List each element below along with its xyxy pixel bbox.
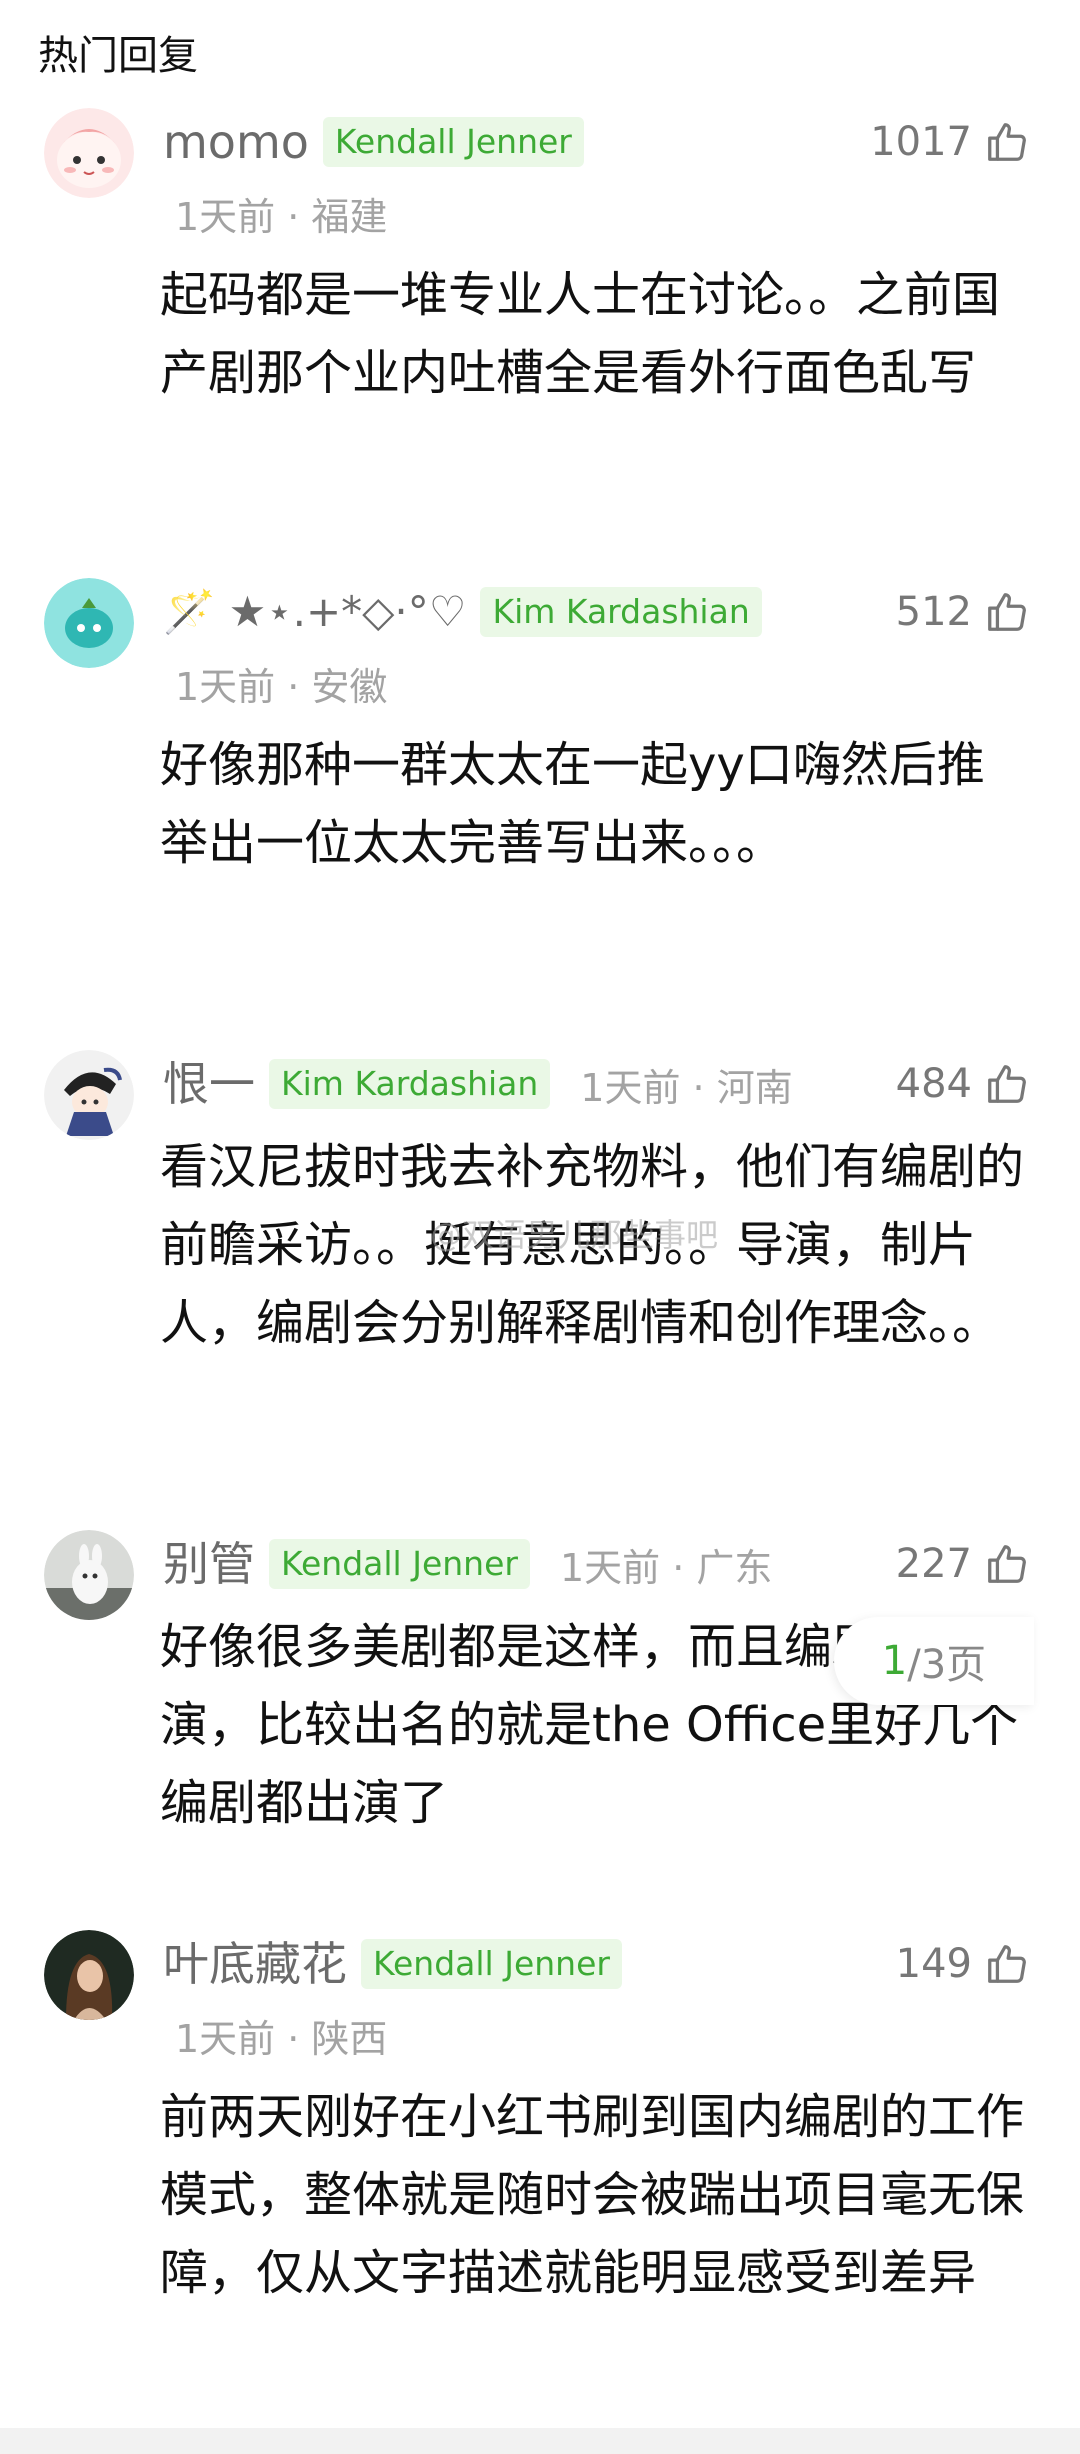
like-button[interactable]: 149 [896,1936,1030,1992]
comment-header: 叶底藏花 Kendall Jenner [163,1936,622,1992]
comment-text: 起码都是一堆专业人士在讨论。。之前国产剧那个业内吐槽全是看外行面色乱写 [160,267,1001,401]
teal-creature-avatar-icon [44,578,134,668]
like-button[interactable]: 484 [896,1056,1030,1112]
page-current: 1 [881,1638,908,1684]
username[interactable]: 别管 [163,1536,255,1592]
thumbs-up-icon[interactable] [984,1061,1030,1107]
section-title: 热门回复 [38,33,198,79]
page-total: /3页 [907,1642,987,1688]
user-tag[interactable]: Kendall Jenner [322,117,584,167]
avatar[interactable] [44,1930,134,2020]
comment-meta: 1天前 · 安徽 [175,665,388,709]
thumbs-up-icon[interactable] [984,119,1030,165]
like-button[interactable]: 227 [896,1536,1030,1592]
anime-character-avatar-icon [44,1050,134,1140]
comment-text: 好像那种一群太太在一起yy口嗨然后推举出一位太太完善写出来。。。 [160,737,985,871]
comment-header: 🪄 ★⋆.+*◇·°♡ Kim Kardashian [163,584,762,640]
user-tag[interactable]: Kim Kardashian [269,1059,551,1109]
user-tag[interactable]: Kendall Jenner [361,1939,622,1989]
like-button[interactable]: 1017 [870,114,1030,170]
username[interactable]: 叶底藏花 [163,1936,347,1992]
username[interactable]: 🪄 ★⋆.+*◇·°♡ [163,584,466,640]
thumbs-up-icon[interactable] [984,1541,1030,1587]
user-tag[interactable]: Kim Kardashian [480,587,762,637]
comment-meta: 1天前 · 河南 [580,1065,793,1110]
like-count: 227 [895,1541,972,1587]
like-count: 149 [895,1941,972,1987]
comment-header: 别管 Kendall Jenner 1天前 · 广东 [163,1536,772,1592]
avatar[interactable] [44,1530,134,1620]
like-count: 512 [895,589,972,635]
thumbs-up-icon[interactable] [984,1941,1030,1987]
like-count: 484 [895,1061,972,1107]
comment-meta: 1天前 · 福建 [175,195,388,239]
comment-header: 恨一 Kim Kardashian 1天前 · 河南 [163,1056,793,1112]
thumbs-up-icon[interactable] [984,589,1030,635]
avatar[interactable] [44,108,134,198]
page-indicator[interactable]: 1/3页 [834,1617,1034,1705]
comment-text: 前两天刚好在小红书刷到国内编剧的工作模式，整体就是随时会被踹出项目毫无保障，仅从… [160,2089,1025,2301]
avatar[interactable] [44,1050,134,1140]
pink-cartoon-avatar-icon [44,108,134,198]
username[interactable]: 恨一 [163,1056,255,1112]
user-tag[interactable]: Kendall Jenner [269,1539,530,1589]
username[interactable]: momo [163,114,309,170]
like-button[interactable]: 512 [896,584,1030,640]
comment-meta: 1天前 · 陕西 [175,2017,388,2061]
avatar[interactable] [44,578,134,668]
comment-header: momo Kendall Jenner [163,114,584,170]
portrait-photo-avatar-icon [44,1930,134,2020]
watermark: @双语男儿那些事吧 [430,1216,719,1254]
comment-meta: 1天前 · 广东 [559,1545,773,1590]
like-count: 1017 [870,119,972,165]
white-animal-avatar-icon [44,1530,134,1620]
bottom-divider [0,2428,1080,2454]
